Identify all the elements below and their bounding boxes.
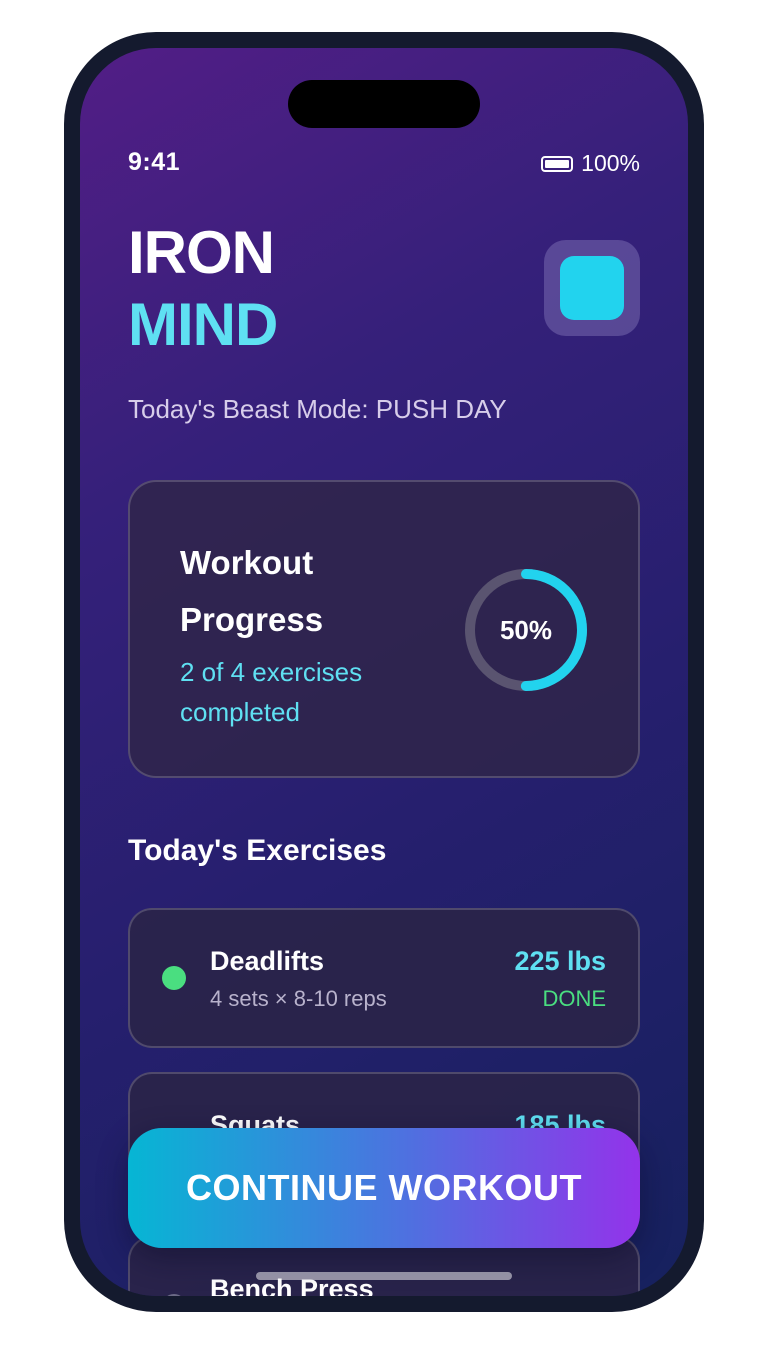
exercises-section-title: Today's Exercises <box>128 834 387 867</box>
progress-percent: 50% <box>499 614 553 645</box>
battery-level: 100% <box>581 150 640 176</box>
battery-full-icon <box>541 155 574 172</box>
profile-tile-icon <box>560 256 624 320</box>
app-logo-mind: MIND <box>128 291 278 358</box>
exercise-name: Deadlifts <box>210 946 325 976</box>
app-logo-iron: IRON <box>128 219 275 286</box>
exercise-status-dot <box>162 966 186 990</box>
progress-card-title: Workout Progress <box>180 544 324 638</box>
exercise-status: DONE <box>542 986 606 1011</box>
exercise-card-deadlifts[interactable]: Deadlifts 4 sets × 8-10 reps 225 lbs DON… <box>128 908 640 1048</box>
home-indicator[interactable] <box>256 1272 512 1280</box>
exercise-detail: 4 sets × 8-10 reps <box>210 986 387 1011</box>
dynamic-island <box>288 80 480 128</box>
workout-day-subtitle: Today's Beast Mode: PUSH DAY <box>128 394 507 424</box>
workout-progress-card[interactable]: Workout Progress 2 of 4 exercises comple… <box>128 480 640 778</box>
exercise-weight: 225 lbs <box>514 946 606 976</box>
status-time: 9:41 <box>128 148 181 176</box>
status-battery: 100% <box>541 150 640 177</box>
exercise-status-dot <box>162 1294 186 1296</box>
profile-button[interactable] <box>544 240 640 336</box>
app-screen: 9:41 100% IRON MIND Today's Beast Mode: … <box>80 48 688 1296</box>
continue-workout-button[interactable]: CONTINUE WORKOUT <box>128 1128 640 1248</box>
progress-card-subtitle: 2 of 4 exercises completed <box>180 657 363 727</box>
